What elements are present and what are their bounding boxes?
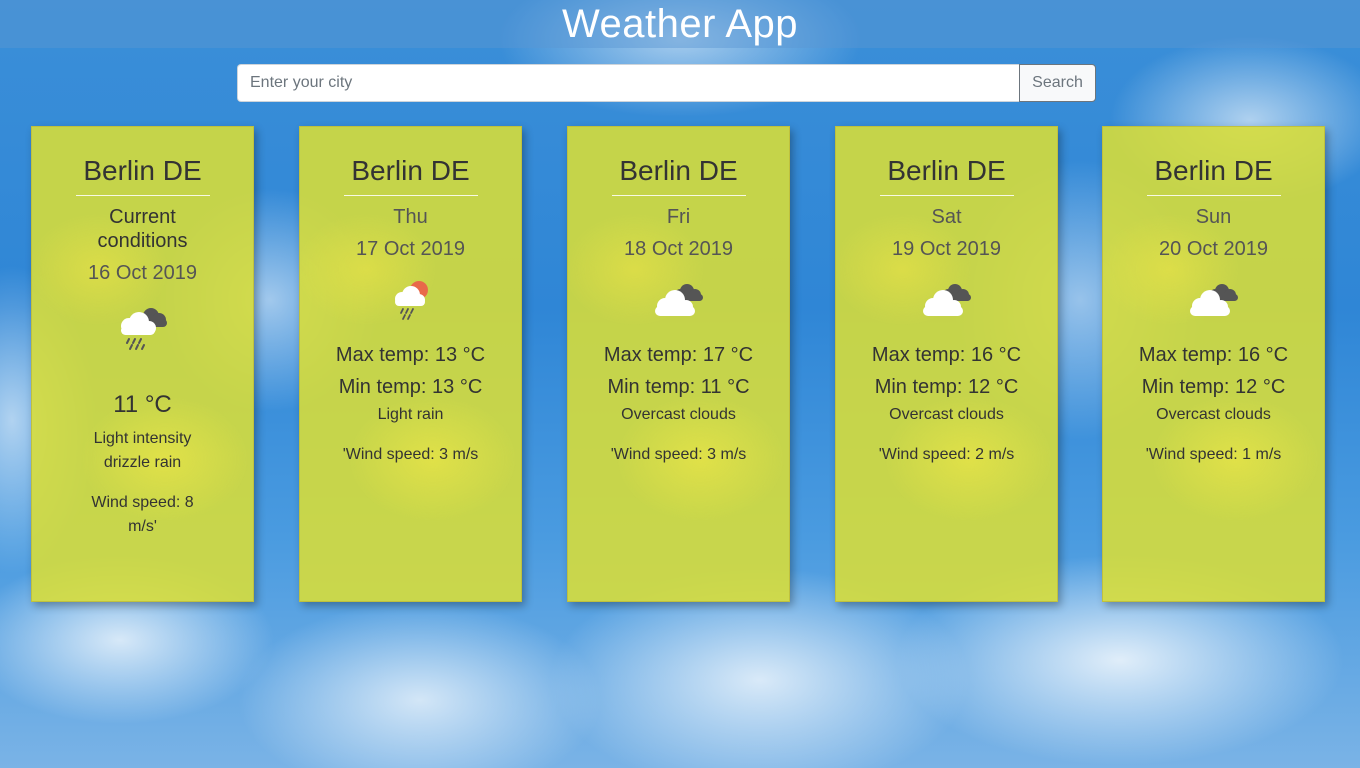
card-date: 19 Oct 2019 [892, 238, 1001, 260]
overcast-clouds-icon [568, 269, 789, 331]
max-temp: Max temp: 17 °C [603, 344, 754, 366]
current-weather-card: Berlin DE Current conditions 16 Oct 2019… [31, 126, 254, 602]
rain-cloud-icon [32, 297, 253, 359]
card-date: 17 Oct 2019 [356, 238, 465, 260]
card-day: Fri [666, 206, 691, 228]
card-city: Berlin DE [343, 155, 478, 196]
forecast-card: Berlin DE Fri 18 Oct 2019 Max temp: 17 °… [567, 126, 790, 602]
min-temp: Min temp: 12 °C [1141, 376, 1286, 398]
card-date: 16 Oct 2019 [88, 262, 197, 284]
forecast-card: Berlin DE Thu 17 Oct 2019 Max temp: 13 °… [299, 126, 522, 602]
app-header: Weather App [0, 0, 1360, 48]
min-temp: Min temp: 11 °C [607, 376, 750, 398]
search-button[interactable]: Search [1019, 64, 1096, 102]
card-date: 20 Oct 2019 [1159, 238, 1268, 260]
forecast-card: Berlin DE Sun 20 Oct 2019 Max temp: 16 °… [1102, 126, 1325, 602]
weather-description: Light intensity drizzle rain [93, 430, 192, 471]
wind-speed: 'Wind speed: 2 m/s [878, 446, 1015, 463]
card-city: Berlin DE [1146, 155, 1281, 196]
sun-rain-cloud-icon [300, 269, 521, 331]
weather-description: Overcast clouds [621, 406, 736, 423]
max-temp: Max temp: 13 °C [335, 344, 486, 366]
card-day: Sun [1195, 206, 1232, 228]
forecast-card: Berlin DE Sat 19 Oct 2019 Max temp: 16 °… [835, 126, 1058, 602]
wind-speed: Wind speed: 8 m/s' [91, 494, 194, 535]
search-bar: Search [237, 64, 1096, 102]
weather-description: Overcast clouds [1156, 406, 1271, 423]
card-day: Sat [931, 206, 962, 228]
current-temperature: 11 °C [113, 391, 172, 418]
min-temp: Min temp: 13 °C [338, 376, 483, 398]
current-conditions-label: Current conditions [97, 206, 188, 252]
min-temp: Min temp: 12 °C [874, 376, 1019, 398]
overcast-clouds-icon [836, 269, 1057, 331]
overcast-clouds-icon [1103, 269, 1324, 331]
card-city: Berlin DE [879, 155, 1014, 196]
wind-speed: 'Wind speed: 3 m/s [610, 446, 747, 463]
weather-description: Light rain [377, 406, 444, 423]
max-temp: Max temp: 16 °C [1138, 344, 1289, 366]
page-title: Weather App [561, 2, 799, 46]
card-city: Berlin DE [611, 155, 746, 196]
card-date: 18 Oct 2019 [624, 238, 733, 260]
wind-speed: 'Wind speed: 3 m/s [342, 446, 479, 463]
weather-description: Overcast clouds [889, 406, 1004, 423]
max-temp: Max temp: 16 °C [871, 344, 1022, 366]
city-search-input[interactable] [237, 64, 1019, 102]
wind-speed: 'Wind speed: 1 m/s [1145, 446, 1282, 463]
card-city: Berlin DE [75, 155, 210, 196]
card-day: Thu [393, 206, 428, 228]
